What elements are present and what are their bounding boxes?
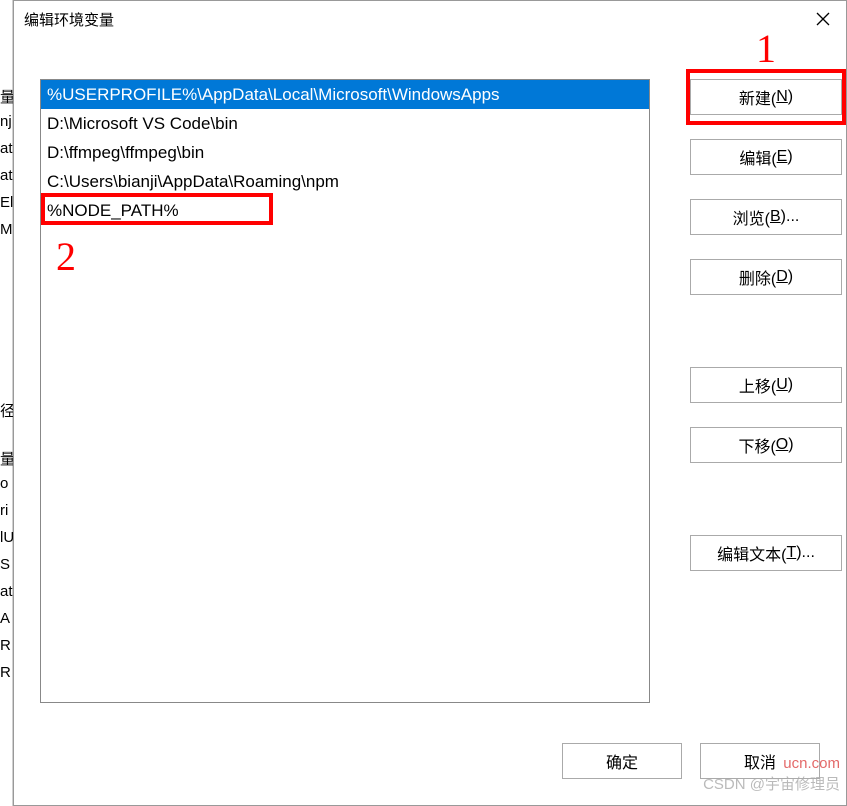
titlebar: 编辑环境变量 [14,1,846,37]
list-item[interactable]: %NODE_PATH% [41,196,649,225]
cancel-button[interactable]: 取消 [700,743,820,779]
ok-button[interactable]: 确定 [562,743,682,779]
delete-button[interactable]: 删除(D) [690,259,842,295]
move-down-button[interactable]: 下移(O) [690,427,842,463]
list-item[interactable]: %USERPROFILE%\AppData\Local\Microsoft\Wi… [41,80,649,109]
browse-button[interactable]: 浏览(B)... [690,199,842,235]
close-icon [816,12,830,26]
close-button[interactable] [800,3,846,35]
list-item[interactable]: D:\ffmpeg\ffmpeg\bin [41,138,649,167]
path-list[interactable]: %USERPROFILE%\AppData\Local\Microsoft\Wi… [40,79,650,703]
new-button[interactable]: 新建(N) [690,79,842,115]
dialog-body: %USERPROFILE%\AppData\Local\Microsoft\Wi… [40,79,820,725]
dialog-title: 编辑环境变量 [24,9,800,30]
move-up-button[interactable]: 上移(U) [690,367,842,403]
button-column: 新建(N) 编辑(E) 浏览(B)... 删除(D) 上移(U) 下移(O) 编… [690,79,842,571]
background-left-strip: 量 nj at at El M 径 量 o ri lU S at A R R [0,0,13,806]
env-var-edit-dialog: 编辑环境变量 %USERPROFILE%\AppData\Local\Micro… [13,0,847,806]
edit-text-button[interactable]: 编辑文本(T)... [690,535,842,571]
bottom-button-row: 确定 取消 [562,743,820,779]
list-item[interactable]: C:\Users\bianji\AppData\Roaming\npm [41,167,649,196]
list-item[interactable]: D:\Microsoft VS Code\bin [41,109,649,138]
edit-button[interactable]: 编辑(E) [690,139,842,175]
